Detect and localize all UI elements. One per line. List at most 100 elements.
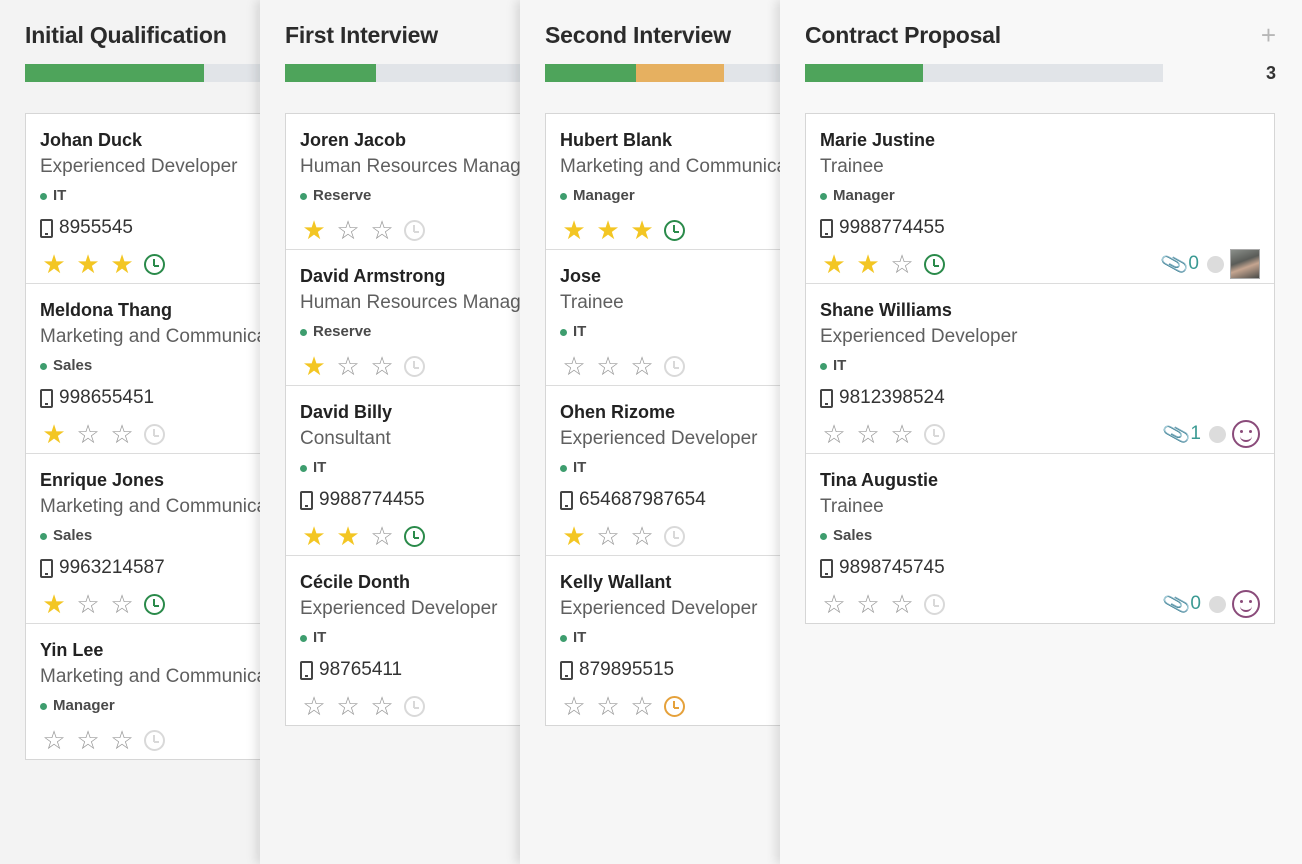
star-empty-icon[interactable]: ☆ [40,727,68,753]
activity-clock-icon[interactable] [144,593,165,615]
star-empty-icon[interactable]: ☆ [628,353,656,379]
star-filled-icon[interactable]: ★ [40,591,68,617]
applicant-card[interactable]: Cécile Donth Experienced Developer IT 98765… [286,556,544,725]
star-empty-icon[interactable]: ☆ [368,353,396,379]
star-filled-icon[interactable]: ★ [40,251,68,277]
kanban-state-icon[interactable] [1209,425,1226,443]
star-filled-icon[interactable]: ★ [300,353,328,379]
star-empty-icon[interactable]: ☆ [74,591,102,617]
star-empty-icon[interactable]: ☆ [888,251,916,277]
activity-clock-icon[interactable] [404,525,425,547]
star-empty-icon[interactable]: ☆ [334,693,362,719]
activity-clock-icon[interactable] [664,219,685,241]
star-filled-icon[interactable]: ★ [74,251,102,277]
star-empty-icon[interactable]: ☆ [628,523,656,549]
star-filled-icon[interactable]: ★ [594,217,622,243]
applicant-card[interactable]: David Billy Consultant IT 9988774455 ★ ★ ☆ [286,386,544,556]
star-empty-icon[interactable]: ☆ [300,693,328,719]
star-empty-icon[interactable]: ☆ [820,421,848,447]
star-filled-icon[interactable]: ★ [854,251,882,277]
star-filled-icon[interactable]: ★ [628,217,656,243]
star-empty-icon[interactable]: ☆ [854,591,882,617]
progress-segment-green[interactable] [545,64,636,82]
star-empty-icon[interactable]: ☆ [368,523,396,549]
star-empty-icon[interactable]: ☆ [560,353,588,379]
applicant-card[interactable]: David Armstrong Human Resources Manager Re… [286,250,544,386]
activity-clock-icon[interactable] [924,593,945,615]
applicant-card[interactable]: Enrique Jones Marketing and Communication… [26,454,284,624]
kanban-state-icon[interactable] [1209,595,1226,613]
applicant-card[interactable]: Ohen Rizome Experienced Developer IT 654687… [546,386,804,556]
column-title[interactable]: Initial Qualification [25,22,227,49]
star-filled-icon[interactable]: ★ [560,217,588,243]
star-empty-icon[interactable]: ☆ [334,217,362,243]
applicant-card[interactable]: Yin Lee Marketing and Communications Manag… [26,624,284,759]
star-filled-icon[interactable]: ★ [334,523,362,549]
star-filled-icon[interactable]: ★ [300,523,328,549]
star-filled-icon[interactable]: ★ [820,251,848,277]
applicant-card[interactable]: Marie Justine Trainee Manager 9988774455 ★ ★ ☆… [806,114,1274,284]
activity-clock-icon[interactable] [144,423,165,445]
activity-clock-icon[interactable] [924,253,945,275]
user-avatar-smile-icon[interactable] [1232,420,1260,448]
column-title[interactable]: Second Interview [545,22,731,49]
attachment-count[interactable]: 1 [1190,423,1201,445]
column-title[interactable]: Contract Proposal [805,22,1001,49]
user-avatar[interactable] [1230,249,1260,279]
star-filled-icon[interactable]: ★ [300,217,328,243]
activity-clock-icon[interactable] [404,355,425,377]
star-filled-icon[interactable]: ★ [560,523,588,549]
tag-label: IT [573,323,587,340]
progress-segment-orange[interactable] [636,64,725,82]
applicant-card[interactable]: Shane Williams Experienced Developer IT 981… [806,284,1274,454]
activity-clock-icon[interactable] [144,729,165,751]
phone-number: 98765411 [319,659,403,680]
star-empty-icon[interactable]: ☆ [108,591,136,617]
column-title[interactable]: First Interview [285,22,438,49]
kanban-state-icon[interactable] [1207,255,1224,273]
star-empty-icon[interactable]: ☆ [594,693,622,719]
star-empty-icon[interactable]: ☆ [888,591,916,617]
star-empty-icon[interactable]: ☆ [594,353,622,379]
progress-segment-green[interactable] [285,64,376,82]
activity-clock-icon[interactable] [924,423,945,445]
star-filled-icon[interactable]: ★ [40,421,68,447]
star-empty-icon[interactable]: ☆ [74,727,102,753]
activity-clock-icon[interactable] [404,695,425,717]
activity-clock-icon[interactable] [664,695,685,717]
star-empty-icon[interactable]: ☆ [628,693,656,719]
star-empty-icon[interactable]: ☆ [108,421,136,447]
star-empty-icon[interactable]: ☆ [594,523,622,549]
star-empty-icon[interactable]: ☆ [560,693,588,719]
activity-clock-icon[interactable] [664,525,685,547]
add-card-icon[interactable]: + [1261,20,1276,51]
user-avatar-smile-icon[interactable] [1232,590,1260,618]
column-progress-bar[interactable] [805,64,1163,82]
applicant-card[interactable]: Jose Trainee IT ☆ ☆ ☆ [546,250,804,386]
activity-clock-icon[interactable] [664,355,685,377]
applicant-card[interactable]: Kelly Wallant Experienced Developer IT 8798… [546,556,804,725]
applicant-card[interactable]: Johan Duck Experienced Developer IT 8955545… [26,114,284,284]
applicant-card[interactable]: Meldona Thang Marketing and Communication… [26,284,284,454]
attachment-count[interactable]: 0 [1190,593,1201,615]
activity-clock-icon[interactable] [404,219,425,241]
star-empty-icon[interactable]: ☆ [368,217,396,243]
star-empty-icon[interactable]: ☆ [888,421,916,447]
star-empty-icon[interactable]: ☆ [854,421,882,447]
star-empty-icon[interactable]: ☆ [334,353,362,379]
column-progress-bar[interactable] [285,64,545,82]
star-filled-icon[interactable]: ★ [108,251,136,277]
activity-clock-icon[interactable] [144,253,165,275]
star-empty-icon[interactable]: ☆ [108,727,136,753]
applicant-card[interactable]: Tina Augustie Trainee Sales 9898745745 ☆ ☆ ☆ 📎 0 [806,454,1274,623]
progress-segment-green[interactable] [25,64,205,82]
column-progress-bar[interactable] [545,64,805,82]
attachment-count[interactable]: 0 [1188,253,1199,275]
star-empty-icon[interactable]: ☆ [368,693,396,719]
progress-segment-green[interactable] [805,64,924,82]
column-progress-bar[interactable] [25,64,285,82]
star-empty-icon[interactable]: ☆ [74,421,102,447]
star-empty-icon[interactable]: ☆ [820,591,848,617]
applicant-card[interactable]: Hubert Blank Marketing and Communications… [546,114,804,250]
applicant-card[interactable]: Joren Jacob Human Resources Manager Reserv… [286,114,544,250]
